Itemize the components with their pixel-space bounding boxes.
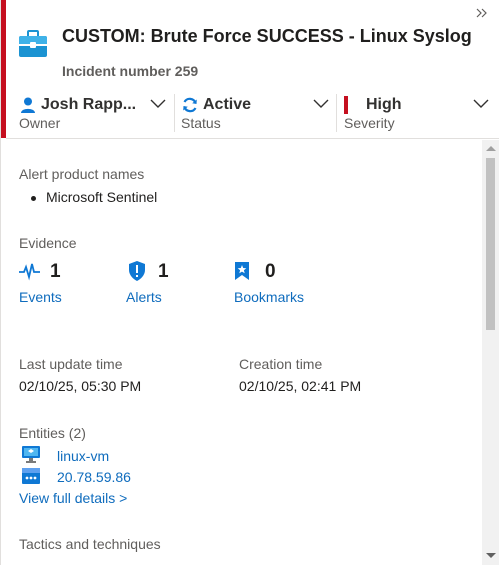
shield-alert-icon <box>127 260 147 282</box>
severity-marker <box>344 96 348 114</box>
creation-time-value: 02/10/25, 02:41 PM <box>239 378 362 394</box>
entity-ip-link[interactable]: 20.78.59.86 <box>57 469 131 485</box>
field-divider <box>174 94 175 132</box>
ip-address-icon <box>21 467 41 485</box>
alert-product-name: Microsoft Sentinel <box>46 189 158 205</box>
severity-value: High <box>366 96 402 113</box>
chevron-down-icon[interactable] <box>313 97 329 109</box>
events-count: 1 <box>50 261 61 282</box>
bookmarks-count: 0 <box>265 261 276 282</box>
virtual-machine-icon <box>21 445 41 463</box>
events-link[interactable]: Events <box>19 289 62 305</box>
alert-products-label: Alert product names <box>19 166 145 182</box>
scroll-down-arrow-icon[interactable] <box>486 553 496 558</box>
incident-title: CUSTOM: Brute Force SUCCESS - Linux Sysl… <box>62 26 472 46</box>
status-value: Active <box>203 96 252 113</box>
scroll-up-arrow-icon[interactable] <box>486 146 496 151</box>
alerts-link[interactable]: Alerts <box>126 289 162 305</box>
entities-label: Entities (2) <box>19 425 86 441</box>
header-divider <box>6 138 499 139</box>
owner-value: Josh Rapp... <box>41 96 137 113</box>
owner-dropdown[interactable]: Josh Rapp... Owner <box>19 92 166 134</box>
person-icon <box>19 96 37 114</box>
last-update-value: 02/10/25, 05:30 PM <box>19 378 142 394</box>
bookmark-icon <box>233 261 251 281</box>
incident-details-panel: CUSTOM: Brute Force SUCCESS - Linux Sysl… <box>0 0 499 565</box>
bookmarks-link[interactable]: Bookmarks <box>234 289 304 305</box>
owner-label: Owner <box>19 115 61 131</box>
last-update-label: Last update time <box>19 356 123 372</box>
evidence-label: Evidence <box>19 235 77 251</box>
incident-number: Incident number 259 <box>62 63 199 79</box>
briefcase-icon <box>18 29 48 59</box>
status-label: Status <box>181 115 221 131</box>
scroll-thumb[interactable] <box>486 158 495 330</box>
chevron-down-icon[interactable] <box>473 97 489 109</box>
field-divider <box>336 94 337 132</box>
double-chevron-right-icon[interactable] <box>475 6 489 20</box>
tactics-label: Tactics and techniques <box>19 536 161 552</box>
incident-fields-row: Josh Rapp... Owner Active Status High Se… <box>6 92 499 134</box>
refresh-icon <box>181 96 199 114</box>
vertical-scrollbar[interactable] <box>482 140 499 565</box>
bullet-icon <box>31 195 36 201</box>
pulse-icon <box>19 261 41 281</box>
status-dropdown[interactable]: Active Status <box>181 92 329 134</box>
alerts-count: 1 <box>158 261 169 282</box>
severity-dropdown[interactable]: High Severity <box>344 92 489 134</box>
alert-product-item: Microsoft Sentinel <box>31 189 157 205</box>
creation-time-label: Creation time <box>239 356 323 372</box>
view-full-details-link[interactable]: View full details > <box>19 490 127 506</box>
chevron-down-icon[interactable] <box>150 97 166 109</box>
severity-label: Severity <box>344 115 395 131</box>
entity-linux-vm-link[interactable]: linux-vm <box>57 448 109 464</box>
